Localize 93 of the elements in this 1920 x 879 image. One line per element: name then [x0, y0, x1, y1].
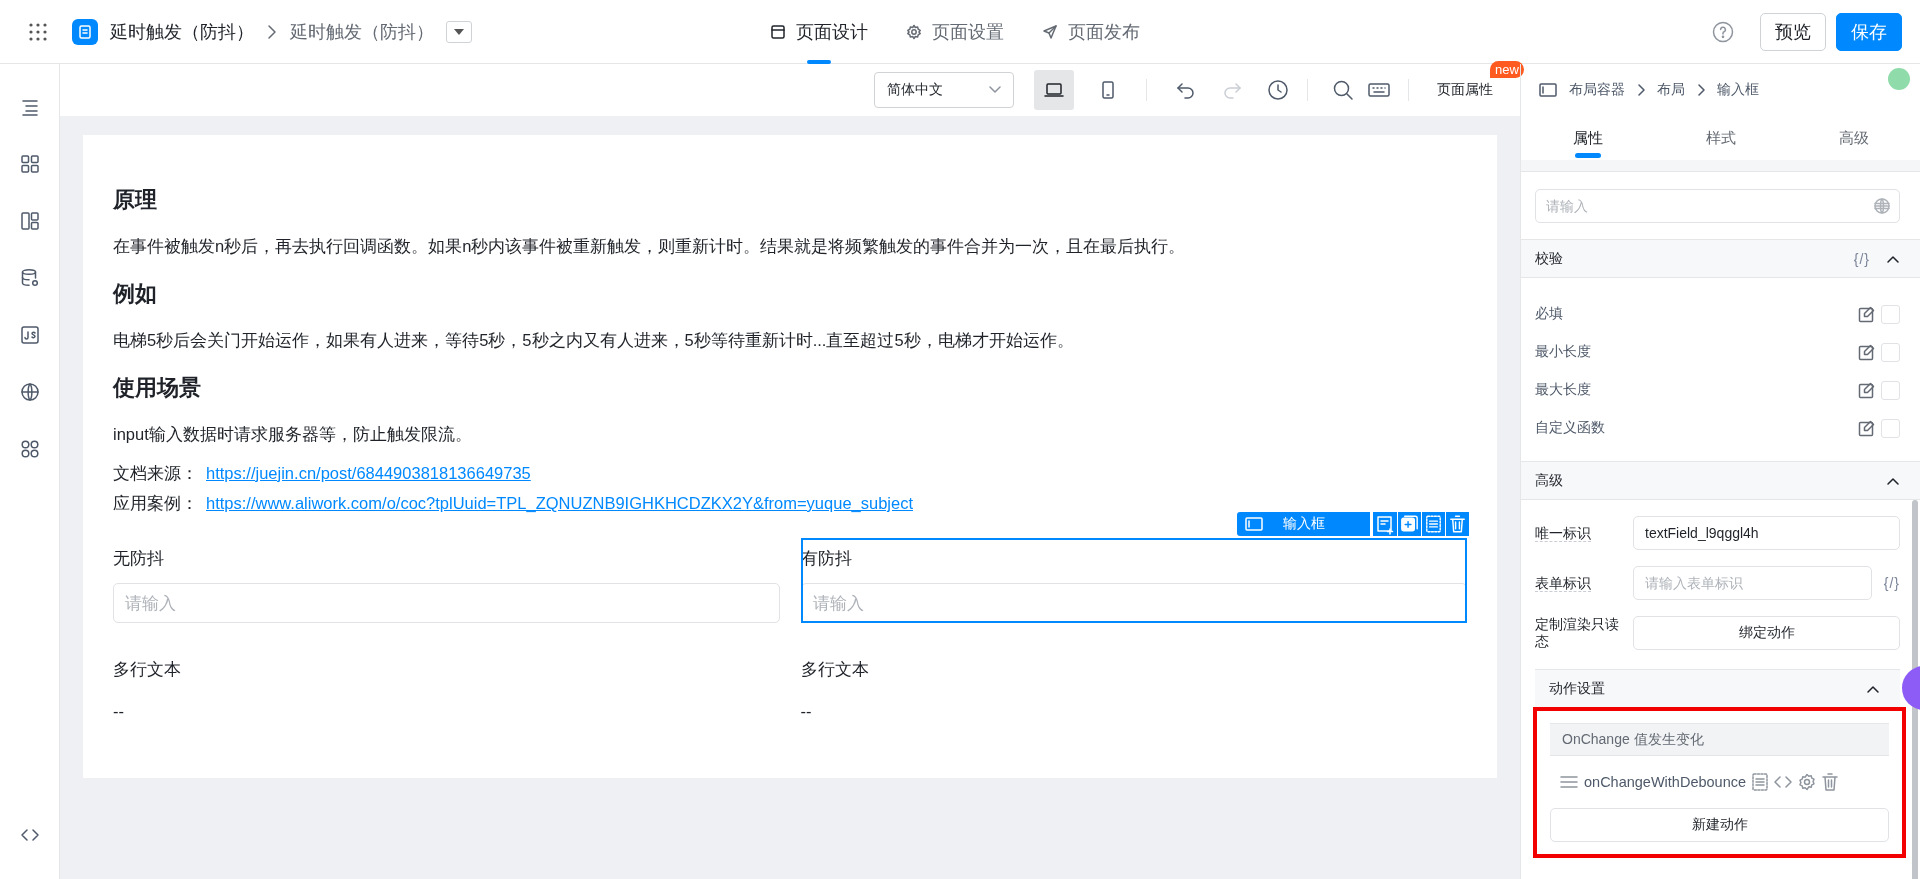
rule-label: 自定义函数: [1535, 419, 1606, 437]
delete-icon[interactable]: [1822, 773, 1839, 791]
settings-icon[interactable]: [1798, 773, 1817, 791]
panel-tab[interactable]: 样式: [1654, 116, 1787, 160]
field-value: --: [800, 701, 813, 722]
chevron-right-icon: [1697, 84, 1705, 96]
field-value: --: [113, 701, 125, 722]
document-icon[interactable]: [1752, 773, 1769, 791]
event-header: OnChange 值发生变化: [1550, 723, 1889, 756]
globe-icon[interactable]: [19, 382, 40, 402]
edit-icon[interactable]: [1858, 381, 1875, 399]
section-title: 校验: [1535, 249, 1564, 268]
breadcrumb-item[interactable]: 布局容器: [1569, 81, 1625, 99]
section-heading: 使用场景: [113, 374, 202, 402]
reference-link[interactable]: https://www.aliwork.com/o/coc?tplUuid=TPL_ZQNUZNB9IGHKHCDZKX2Y&from=yuque_subject: [206, 488, 913, 518]
field-label: 唯一标识: [1535, 525, 1591, 542]
field-label: 表单标识: [1535, 575, 1591, 592]
app-title: 延时触发（防抖）: [110, 20, 254, 44]
page-dropdown[interactable]: [446, 20, 472, 43]
search-icon[interactable]: [1332, 79, 1354, 101]
chevron-down-icon: [989, 86, 1001, 94]
paragraph: input输入数据时请求服务器等，防止触发限流。: [113, 424, 473, 445]
publish-icon: [1042, 24, 1058, 40]
paragraph: 电梯5秒后会关门开始运作，如果有人进来，等待5秒，5秒之内又有人进来，5秒等待重新计时...直至超过5秒，电梯才开始运作。: [113, 330, 1075, 351]
components-icon[interactable]: [19, 154, 40, 174]
field-label: 定制渲染只读态: [1535, 616, 1620, 650]
preview-button[interactable]: 预览: [1760, 12, 1826, 51]
outline-icon[interactable]: [19, 97, 40, 117]
chevron-right-icon: [266, 23, 278, 40]
rule-checkbox[interactable]: [1881, 304, 1900, 324]
edit-icon[interactable]: [1858, 305, 1875, 323]
field-label: 多行文本: [113, 659, 182, 680]
language-select[interactable]: 简体中文: [874, 72, 1014, 108]
database-icon[interactable]: [19, 268, 40, 288]
section-heading: 例如: [113, 280, 158, 308]
mode-tab[interactable]: 页面发布: [1042, 0, 1140, 64]
design-icon: [770, 24, 786, 40]
breadcrumb-item[interactable]: 输入框: [1717, 81, 1759, 99]
status-dot: [1888, 68, 1910, 90]
rule-checkbox[interactable]: [1881, 342, 1900, 362]
edit-icon[interactable]: [1858, 343, 1875, 361]
code-toggle[interactable]: {/}: [1853, 250, 1870, 267]
placeholder-input[interactable]: 请输入: [1535, 189, 1900, 223]
apps-icon[interactable]: [19, 439, 40, 459]
field-label: 有防抖: [800, 548, 853, 569]
desktop-preview-button[interactable]: [1034, 70, 1074, 110]
mode-tab[interactable]: 页面设计: [770, 0, 868, 64]
scrollbar-thumb[interactable]: [1912, 500, 1918, 879]
desktop-icon: [1044, 80, 1064, 100]
app-grid-icon[interactable]: [28, 21, 48, 42]
new-badge: new: [1490, 61, 1524, 78]
rule-label: 必填: [1535, 305, 1564, 323]
code-toggle[interactable]: {/}: [1883, 575, 1900, 591]
reference-link[interactable]: https://juejin.cn/post/6844903818136649735: [206, 458, 531, 488]
chevron-right-icon: [1637, 84, 1645, 96]
caret-down-icon: [454, 28, 464, 35]
rule-label: 最大长度: [1535, 381, 1592, 399]
text-input[interactable]: 请输入: [113, 583, 780, 623]
layout-icon[interactable]: [19, 211, 40, 231]
link-label: 文档来源：: [113, 463, 198, 484]
settings-icon: [906, 24, 922, 40]
page-name: 延时触发（防抖）: [290, 20, 434, 44]
panel-tab[interactable]: 属性: [1521, 116, 1654, 160]
panel-tab[interactable]: 高级: [1787, 116, 1920, 160]
mode-tab[interactable]: 页面设置: [906, 0, 1004, 64]
history-icon[interactable]: [1267, 79, 1289, 101]
edit-icon[interactable]: [1858, 419, 1875, 437]
section-heading: 原理: [113, 186, 158, 214]
unique-id-input[interactable]: textField_l9qggl4h: [1633, 516, 1900, 550]
selection-frame[interactable]: [800, 538, 1467, 623]
section-title: 高级: [1535, 471, 1564, 490]
duplicate-icon[interactable]: [1397, 512, 1421, 536]
field-label: 无防抖: [113, 548, 165, 569]
document-icon: [77, 23, 93, 40]
section-title: 动作设置: [1549, 679, 1606, 698]
layout-container-icon: [1539, 83, 1557, 97]
javascript-file-icon[interactable]: [19, 325, 40, 345]
bind-action-button[interactable]: 绑定动作: [1633, 616, 1900, 650]
drag-handle-icon[interactable]: [1560, 775, 1578, 789]
rule-checkbox[interactable]: [1881, 380, 1900, 400]
rule-label: 最小长度: [1535, 343, 1592, 361]
form-id-input[interactable]: 请输入表单标识: [1633, 566, 1872, 600]
rule-checkbox[interactable]: [1881, 418, 1900, 438]
new-action-button[interactable]: 新建动作: [1550, 808, 1889, 842]
breadcrumb-item[interactable]: 布局: [1657, 81, 1685, 99]
tag-label: 输入框: [1283, 515, 1325, 533]
link-label: 应用案例：: [113, 493, 198, 514]
input-box-icon: [1245, 517, 1263, 531]
paragraph: 在事件被触发n秒后，再去执行回调函数。如果n秒内该事件被重新触发，则重新计时。结果就是将频繁触发的事件合并为一次，且在最后执行。: [113, 236, 1187, 257]
code-icon[interactable]: [1774, 775, 1793, 789]
help-icon[interactable]: [1712, 20, 1734, 43]
action-name: onChangeWithDebounce: [1584, 774, 1747, 790]
field-label: 多行文本: [800, 659, 870, 680]
